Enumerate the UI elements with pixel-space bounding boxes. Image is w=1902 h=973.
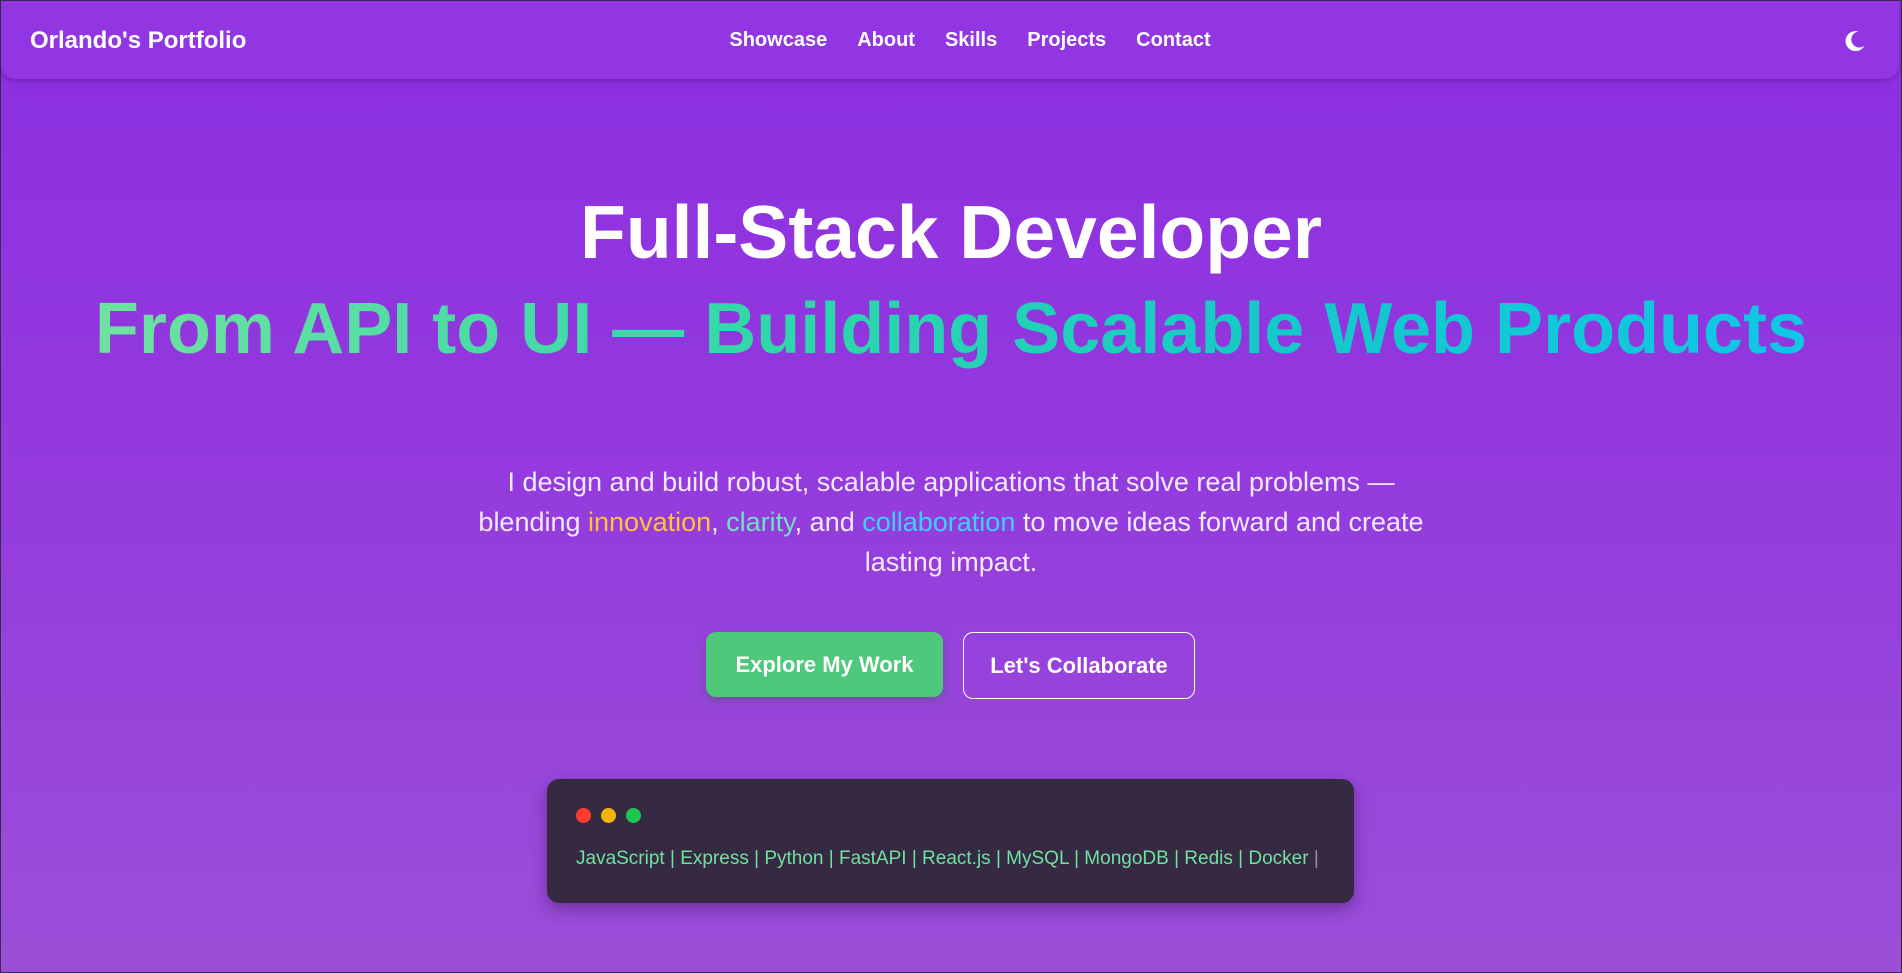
desc-sep1: , xyxy=(711,507,727,537)
yellow-dot-icon xyxy=(601,808,616,823)
terminal-cursor: | xyxy=(1313,848,1319,869)
keyword-collaboration: collaboration xyxy=(862,507,1016,537)
navbar: Orlando's Portfolio Showcase About Skill… xyxy=(1,1,1899,79)
nav-link-skills[interactable]: Skills xyxy=(945,29,997,52)
green-dot-icon xyxy=(626,808,641,823)
tech-list: JavaScript | Express | Python | FastAPI … xyxy=(576,848,1309,869)
keyword-clarity: clarity xyxy=(726,507,795,537)
tech-stack-terminal: JavaScript | Express | Python | FastAPI … xyxy=(547,779,1354,903)
hero-subtitle: From API to UI — Building Scalable Web P… xyxy=(0,285,1902,373)
desc-sep2: , and xyxy=(794,507,863,537)
hero-subtitle-text: From API to UI — Building Scalable Web P… xyxy=(94,289,1808,369)
red-dot-icon xyxy=(576,808,591,823)
hero-title: Full-Stack Developer xyxy=(580,190,1322,274)
explore-work-button[interactable]: Explore My Work xyxy=(706,632,943,697)
nav-links: Showcase About Skills Projects Contact xyxy=(1,29,1899,52)
keyword-innovation: innovation xyxy=(588,507,712,537)
tech-stack-text: JavaScript | Express | Python | FastAPI … xyxy=(576,848,1336,870)
collaborate-button[interactable]: Let's Collaborate xyxy=(963,632,1195,699)
nav-link-contact[interactable]: Contact xyxy=(1136,29,1210,52)
moon-icon[interactable] xyxy=(1842,28,1868,54)
hero-description: I design and build robust, scalable appl… xyxy=(470,462,1432,582)
nav-link-about[interactable]: About xyxy=(857,29,915,52)
nav-link-projects[interactable]: Projects xyxy=(1027,29,1106,52)
nav-link-showcase[interactable]: Showcase xyxy=(729,29,827,52)
